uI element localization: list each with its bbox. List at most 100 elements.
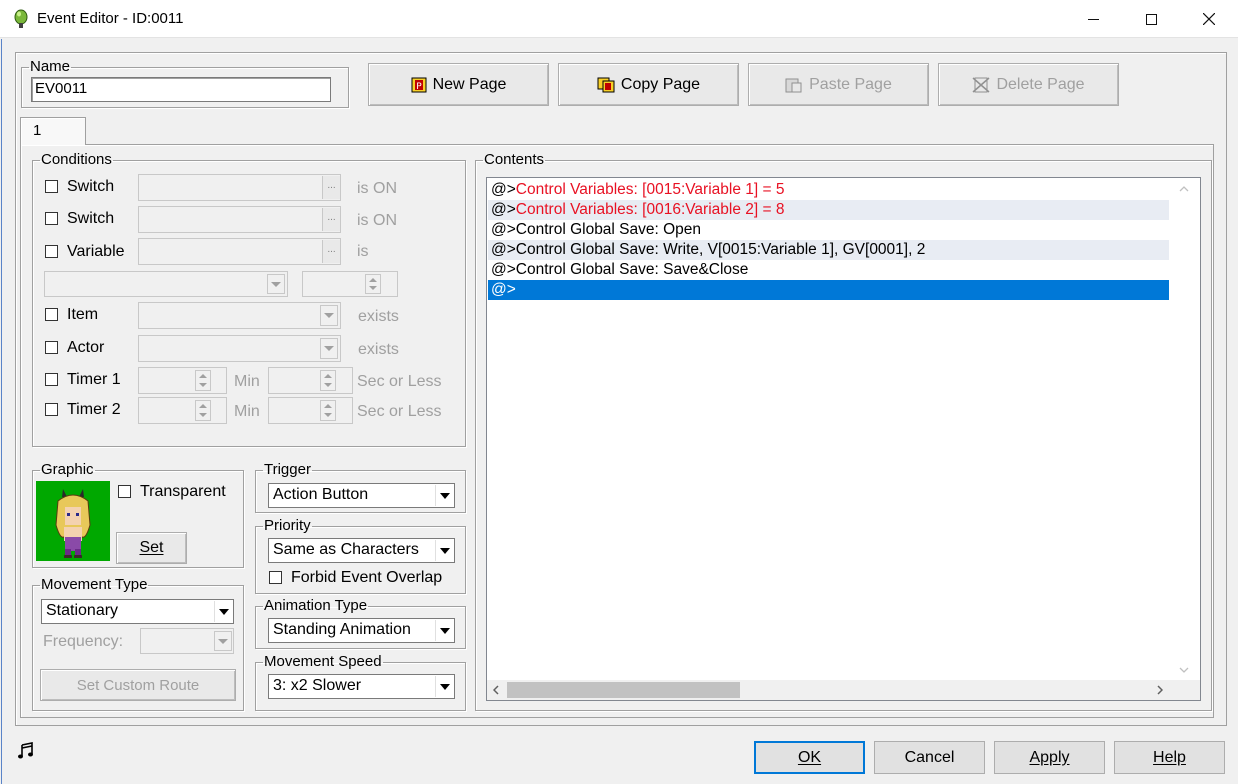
spin-up-icon	[324, 404, 332, 409]
title-bar: Event Editor - ID:0011	[0, 0, 1238, 38]
timer1-min-spinner[interactable]	[138, 367, 227, 394]
timer1-checkbox[interactable]	[45, 373, 58, 386]
command-text: Control Global Save: Save&Close	[515, 261, 749, 278]
set-custom-route-button[interactable]: Set Custom Route	[40, 669, 236, 701]
actor-label: Actor	[67, 339, 105, 356]
scroll-right-icon[interactable]	[1157, 685, 1163, 695]
animation-type-value: Standing Animation	[273, 621, 411, 638]
switch2-checkbox[interactable]	[45, 212, 58, 225]
trigger-select[interactable]: Action Button	[268, 483, 455, 508]
variable-value-spinner[interactable]	[302, 271, 398, 297]
variable-field	[138, 238, 341, 265]
command-prefix: @>	[491, 281, 516, 298]
command-row[interactable]: @>Control Global Save: Open	[488, 220, 1169, 240]
delete-page-label: Delete Page	[996, 75, 1085, 93]
command-row[interactable]: @>Control Global Save: Save&Close	[488, 260, 1169, 280]
transparent-checkbox[interactable]	[118, 485, 131, 498]
trigger-legend: Trigger	[264, 461, 311, 478]
music-note-icon[interactable]	[17, 742, 35, 760]
spin-down-icon	[324, 412, 332, 417]
command-prefix: @>	[491, 241, 516, 258]
new-page-button[interactable]: P New Page	[368, 63, 549, 106]
item-select[interactable]	[138, 302, 341, 329]
movement-type-select[interactable]: Stationary	[41, 599, 234, 624]
timer1-sec-spinner[interactable]	[268, 367, 353, 394]
variable-browse-button[interactable]: ...	[322, 240, 340, 263]
movement-type-value: Stationary	[46, 602, 119, 619]
scroll-up-icon[interactable]	[1179, 186, 1189, 192]
character-sprite[interactable]	[36, 481, 110, 561]
spin-up-icon	[199, 404, 207, 409]
timer2-min-label: Min	[234, 403, 260, 420]
command-row-selected[interactable]: @>	[488, 280, 1169, 300]
tab-page-1[interactable]: 1	[20, 117, 86, 145]
actor-dropdown[interactable]	[320, 338, 338, 359]
horizontal-scroll-thumb[interactable]	[507, 682, 740, 698]
maximize-button[interactable]	[1122, 0, 1180, 38]
copy-page-icon	[597, 77, 615, 92]
chevron-down-icon	[435, 620, 453, 641]
horizontal-scrollbar[interactable]	[487, 680, 1169, 700]
command-text: Control Global Save: Write, V[0015:Varia…	[515, 241, 926, 258]
variable-label: Variable	[67, 243, 125, 260]
movement-speed-select[interactable]: 3: x2 Slower	[268, 674, 455, 699]
variable-operator-dropdown[interactable]	[267, 274, 285, 294]
variable-value-spin-buttons[interactable]	[365, 274, 381, 294]
spin-down-icon	[369, 286, 377, 290]
cancel-button[interactable]: Cancel	[874, 741, 985, 774]
timer1-min-spin-buttons[interactable]	[195, 370, 211, 391]
priority-select[interactable]: Same as Characters	[268, 538, 455, 563]
spin-up-icon	[369, 278, 377, 282]
paste-page-icon	[785, 78, 802, 92]
chevron-down-icon	[218, 638, 228, 644]
priority-legend: Priority	[264, 517, 311, 534]
switch1-suffix: is ON	[357, 180, 397, 197]
timer2-label: Timer 2	[67, 401, 121, 418]
new-page-label: New Page	[432, 75, 507, 93]
variable-checkbox[interactable]	[45, 245, 58, 258]
variable-operator-select[interactable]	[44, 271, 288, 297]
vertical-scrollbar[interactable]	[1169, 178, 1200, 681]
command-text: Control Variables: [0016:Variable 2] = 8	[515, 201, 785, 218]
set-graphic-button[interactable]: Set	[116, 532, 187, 564]
event-name-input[interactable]: EV0011	[31, 77, 331, 102]
svg-text:P: P	[416, 82, 422, 92]
frequency-dropdown[interactable]	[214, 631, 232, 651]
paste-page-button[interactable]: Paste Page	[748, 63, 929, 106]
forbid-overlap-checkbox[interactable]	[269, 571, 282, 584]
timer2-sec-spin-buttons[interactable]	[320, 400, 336, 421]
command-row[interactable]: @>Control Variables: [0015:Variable 1] =…	[488, 180, 1169, 200]
command-row[interactable]: @>Control Global Save: Write, V[0015:Var…	[488, 240, 1169, 260]
actor-select[interactable]	[138, 335, 341, 362]
timer1-sec-spin-buttons[interactable]	[320, 370, 336, 391]
help-button[interactable]: Help	[1114, 741, 1225, 774]
delete-page-button[interactable]: Delete Page	[938, 63, 1119, 106]
timer2-min-spin-buttons[interactable]	[195, 400, 211, 421]
chevron-down-icon	[435, 676, 453, 697]
item-dropdown[interactable]	[320, 305, 338, 326]
minimize-button[interactable]	[1064, 0, 1122, 38]
timer2-min-spinner[interactable]	[138, 397, 227, 424]
copy-page-label: Copy Page	[620, 75, 701, 93]
scroll-down-icon[interactable]	[1179, 667, 1189, 673]
spin-down-icon	[199, 382, 207, 387]
timer2-checkbox[interactable]	[45, 403, 58, 416]
event-commands-list[interactable]: @>Control Variables: [0015:Variable 1] =…	[486, 177, 1201, 701]
ok-button[interactable]: OK	[754, 741, 865, 774]
command-text: Control Global Save: Open	[515, 221, 702, 238]
switch1-browse-button[interactable]: ...	[322, 176, 340, 199]
actor-checkbox[interactable]	[45, 341, 58, 354]
close-button[interactable]	[1180, 0, 1238, 38]
switch1-checkbox[interactable]	[45, 180, 58, 193]
command-row[interactable]: @>Control Variables: [0016:Variable 2] =…	[488, 200, 1169, 220]
copy-page-button[interactable]: Copy Page	[558, 63, 739, 106]
timer2-sec-spinner[interactable]	[268, 397, 353, 424]
scroll-left-icon[interactable]	[493, 685, 499, 695]
animation-type-select[interactable]: Standing Animation	[268, 618, 455, 643]
variable-suffix: is	[357, 243, 369, 260]
apply-button[interactable]: Apply	[994, 741, 1105, 774]
switch2-field	[138, 206, 341, 233]
switch2-browse-button[interactable]: ...	[322, 208, 340, 231]
graphic-legend: Graphic	[41, 461, 94, 478]
item-checkbox[interactable]	[45, 308, 58, 321]
